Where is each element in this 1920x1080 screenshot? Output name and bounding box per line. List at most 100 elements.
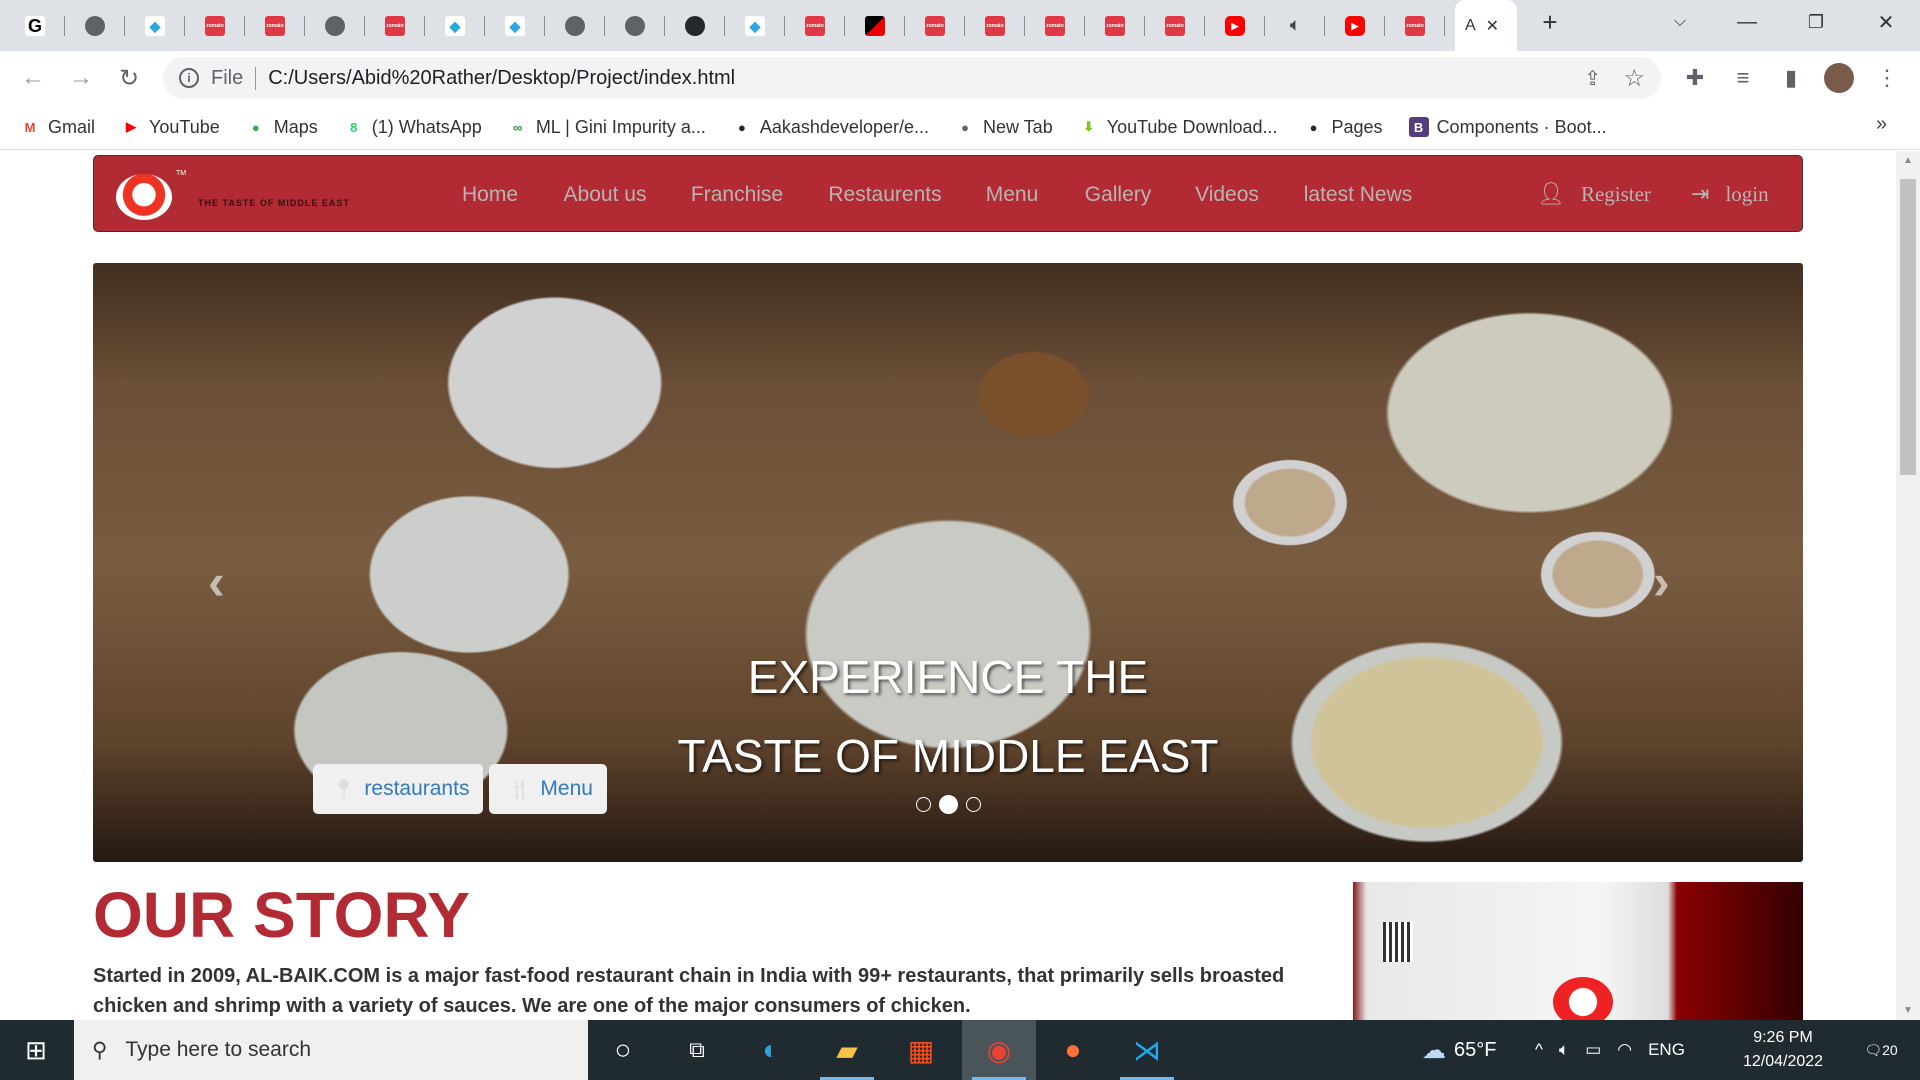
browser-tab[interactable]: ◆ bbox=[125, 8, 185, 44]
nav-franchise[interactable]: Franchise bbox=[691, 183, 783, 207]
nav-about-us[interactable]: About us bbox=[564, 183, 647, 207]
browser-tab[interactable]: zomato bbox=[1385, 8, 1445, 44]
menu-button[interactable]: 🍴︎ Menu bbox=[489, 764, 607, 814]
bookmark-item[interactable]: B Components · Boot... bbox=[1408, 117, 1607, 138]
task-view-icon[interactable]: ⧉ bbox=[660, 1020, 734, 1080]
file-explorer-icon[interactable]: ▰ bbox=[810, 1020, 884, 1080]
language-indicator[interactable]: ENG bbox=[1648, 1040, 1685, 1060]
nav-latest-news[interactable]: latest News bbox=[1304, 183, 1413, 207]
battery-icon[interactable]: ▭ bbox=[1585, 1040, 1601, 1060]
carousel-prev-icon[interactable]: ‹ bbox=[208, 553, 225, 611]
browser-tab[interactable]: zomato bbox=[185, 8, 245, 44]
browser-tab[interactable]: 🔈︎ bbox=[1265, 8, 1325, 44]
edge-icon[interactable]: ◐ bbox=[734, 1020, 808, 1080]
browser-tab[interactable]: zomato bbox=[965, 8, 1025, 44]
nav-menu[interactable]: Menu bbox=[986, 183, 1039, 207]
site-logo[interactable]: TM THE TASTE OF MIDDLE EAST bbox=[116, 168, 406, 224]
browser-tab[interactable]: G bbox=[5, 8, 65, 44]
browser-tab[interactable]: ▶ bbox=[1205, 8, 1265, 44]
browser-tab[interactable] bbox=[845, 8, 905, 44]
zomato-favicon-icon: zomato bbox=[805, 16, 825, 36]
reload-button[interactable]: ↻ bbox=[114, 63, 144, 93]
carousel-indicator[interactable] bbox=[966, 797, 981, 812]
scroll-up-icon[interactable]: ▲ bbox=[1896, 155, 1920, 166]
wifi-icon[interactable]: ◠ bbox=[1617, 1040, 1632, 1060]
bookmark-item[interactable]: M Gmail bbox=[20, 117, 95, 138]
bookmark-item[interactable]: ∞ ML | Gini Impurity a... bbox=[508, 117, 706, 138]
browser-tab[interactable]: zomato bbox=[245, 8, 305, 44]
start-button[interactable]: ⊞ bbox=[0, 1020, 72, 1080]
close-window-button[interactable]: ✕ bbox=[1856, 0, 1916, 44]
tab-search-chevron-icon[interactable]: ⌵ bbox=[1650, 0, 1710, 44]
minimize-button[interactable]: — bbox=[1717, 0, 1777, 44]
browser-tab[interactable] bbox=[65, 8, 125, 44]
browser-tab[interactable]: zomato bbox=[905, 8, 965, 44]
info-icon[interactable]: i bbox=[179, 68, 199, 88]
globe-icon: ● bbox=[961, 119, 969, 135]
notification-center[interactable]: 🗨︎ 20 bbox=[1856, 1020, 1906, 1080]
carousel-indicator[interactable] bbox=[916, 797, 931, 812]
address-bar[interactable]: i File C:/Users/Abid%20Rather/Desktop/Pr… bbox=[163, 57, 1661, 99]
browser-tab[interactable]: ▶ bbox=[1325, 8, 1385, 44]
bookmark-star-icon[interactable]: ☆ bbox=[1623, 64, 1645, 93]
bookmark-item[interactable]: ● Pages bbox=[1304, 117, 1383, 138]
yt-favicon-icon: ▶ bbox=[1225, 16, 1245, 36]
url-text[interactable]: C:/Users/Abid%20Rather/Desktop/Project/i… bbox=[268, 67, 735, 90]
nav-videos[interactable]: Videos bbox=[1195, 183, 1259, 207]
bookmark-item[interactable]: ⬇ YouTube Download... bbox=[1079, 117, 1277, 138]
carousel-indicator[interactable] bbox=[939, 795, 958, 814]
scroll-down-icon[interactable]: ▼ bbox=[1896, 1005, 1920, 1016]
bookmark-item[interactable]: ● New Tab bbox=[955, 117, 1053, 138]
bookmark-item[interactable]: ● Maps bbox=[246, 117, 318, 138]
browser-tab[interactable]: zomato bbox=[365, 8, 425, 44]
side-panel-icon[interactable]: ▮ bbox=[1776, 63, 1806, 93]
clock[interactable]: 9:26 PM 12/04/2022 bbox=[1738, 1026, 1828, 1074]
vscode-icon[interactable]: ⋊ bbox=[1110, 1020, 1184, 1080]
nav-home[interactable]: Home bbox=[462, 183, 518, 207]
chevron-up-icon[interactable]: ^ bbox=[1535, 1040, 1543, 1060]
hero-caption-line1: EXPERIENCE THE bbox=[747, 651, 1149, 703]
cortana-icon[interactable]: ○ bbox=[586, 1020, 660, 1080]
share-icon[interactable]: ⇪ bbox=[1584, 66, 1601, 91]
browser-tab[interactable]: zomato bbox=[785, 8, 845, 44]
carousel-next-icon[interactable]: › bbox=[1653, 553, 1670, 611]
browser-tab[interactable]: ◆ bbox=[725, 8, 785, 44]
login-link[interactable]: ⇥ login bbox=[1691, 181, 1769, 207]
menu-kebab-icon[interactable]: ⋮ bbox=[1872, 63, 1902, 93]
browser-tab[interactable]: zomato bbox=[1085, 8, 1145, 44]
nav-gallery[interactable]: Gallery bbox=[1085, 183, 1152, 207]
browser-tab[interactable]: zomato bbox=[1145, 8, 1205, 44]
chrome-icon[interactable]: ◉ bbox=[962, 1020, 1036, 1080]
browser-tab[interactable] bbox=[665, 8, 725, 44]
bookmark-item[interactable]: 8 (1) WhatsApp bbox=[344, 117, 482, 138]
taskbar-search[interactable]: ⚲ Type here to search bbox=[74, 1020, 588, 1080]
active-tab[interactable]: A ✕ bbox=[1455, 0, 1517, 51]
restaurants-button[interactable]: 📍︎ restaurants bbox=[313, 764, 483, 814]
more-bookmarks-icon[interactable]: » bbox=[1876, 113, 1887, 136]
weather-widget[interactable]: ☁ 65°F bbox=[1422, 1020, 1496, 1080]
forward-button[interactable]: → bbox=[66, 63, 96, 93]
bookmark-item[interactable]: ▶ YouTube bbox=[121, 117, 220, 138]
restore-button[interactable]: ❐ bbox=[1786, 0, 1846, 44]
media-control-icon[interactable]: ≡ bbox=[1728, 63, 1758, 93]
browser-tab[interactable] bbox=[305, 8, 365, 44]
back-button[interactable]: ← bbox=[18, 63, 48, 93]
browser-tab[interactable]: ◆ bbox=[485, 8, 545, 44]
firefox-icon[interactable]: ● bbox=[1036, 1020, 1110, 1080]
close-tab-icon[interactable]: ✕ bbox=[1486, 16, 1499, 36]
store-icon[interactable]: ▦ bbox=[884, 1020, 958, 1080]
page-scrollbar[interactable]: ▲ ▼ bbox=[1896, 151, 1920, 1020]
new-tab-button[interactable]: + bbox=[1520, 0, 1580, 44]
extensions-icon[interactable]: ✚ bbox=[1680, 63, 1710, 93]
logo-tagline: THE TASTE OF MIDDLE EAST bbox=[198, 198, 350, 208]
bookmark-item[interactable]: ● Aakashdeveloper/e... bbox=[732, 117, 929, 138]
profile-avatar[interactable] bbox=[1824, 63, 1854, 93]
volume-icon[interactable]: 🔈︎ bbox=[1559, 1040, 1569, 1060]
browser-tab[interactable]: zomato bbox=[1025, 8, 1085, 44]
browser-tab[interactable] bbox=[605, 8, 665, 44]
scroll-thumb[interactable] bbox=[1900, 179, 1916, 475]
nav-restaurents[interactable]: Restaurents bbox=[828, 183, 941, 207]
browser-tab[interactable]: ◆ bbox=[425, 8, 485, 44]
browser-tab[interactable] bbox=[545, 8, 605, 44]
register-link[interactable]: 👤︎ Register bbox=[1537, 181, 1651, 207]
